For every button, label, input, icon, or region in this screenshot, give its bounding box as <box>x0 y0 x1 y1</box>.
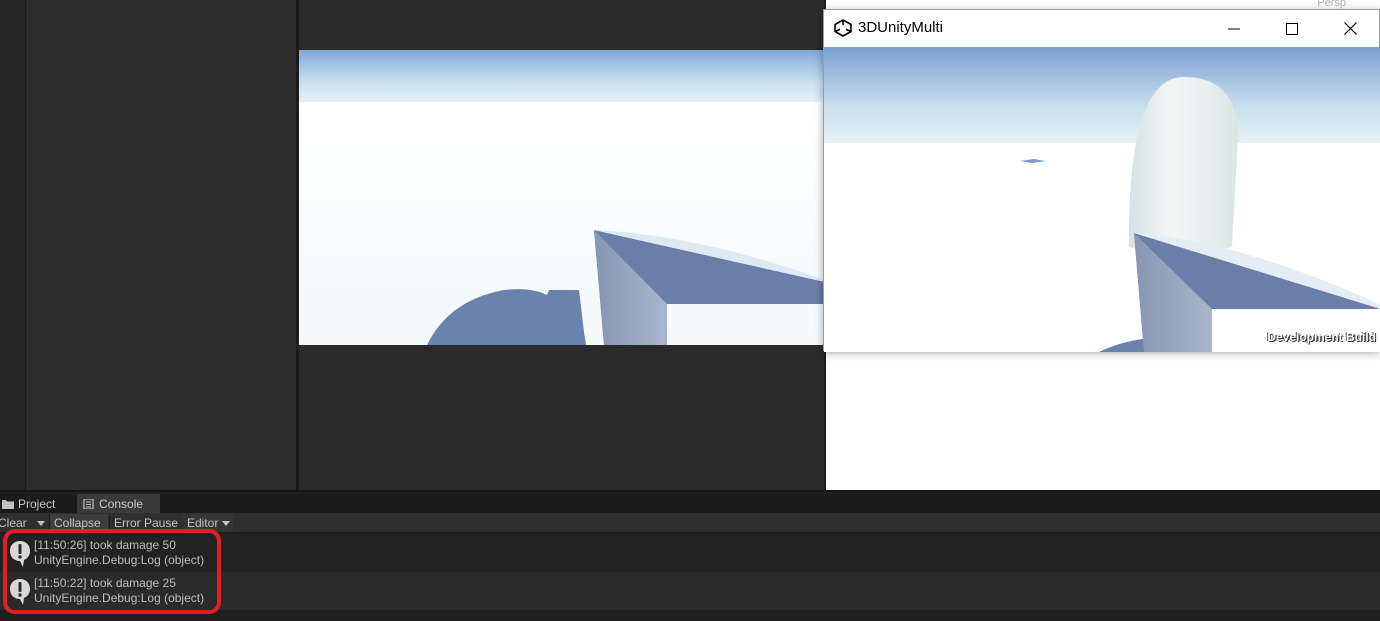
unity-logo-icon <box>834 19 852 37</box>
window-title: 3DUnityMulti <box>858 19 944 36</box>
window-titlebar[interactable]: 3DUnityMulti <box>824 10 1379 47</box>
console-icon <box>83 498 94 509</box>
annotation-highlight <box>3 529 221 614</box>
left-toolbar-strip <box>0 0 26 490</box>
minimize-button[interactable] <box>1205 10 1263 47</box>
scene-camera-label: Persp <box>1317 0 1346 9</box>
hierarchy-panel <box>26 0 298 490</box>
close-button[interactable] <box>1321 10 1379 47</box>
chevron-down-icon <box>37 520 45 526</box>
development-build-watermark: Development Build <box>1267 330 1376 344</box>
folder-icon <box>2 499 14 509</box>
maximize-icon <box>1286 22 1298 35</box>
build-game-render[interactable] <box>824 47 1380 352</box>
tab-console-label: Console <box>99 496 144 511</box>
chevron-down-icon <box>222 520 231 526</box>
game-view-render[interactable] <box>299 50 825 345</box>
tab-console[interactable]: Console <box>77 494 160 513</box>
tab-project[interactable]: Project <box>0 494 76 513</box>
build-player-window[interactable]: 3DUnityMulti Development Build <box>823 9 1380 352</box>
maximize-button[interactable] <box>1263 10 1321 47</box>
minimize-icon <box>1228 28 1240 29</box>
bottom-tab-bar: Project Console <box>0 494 1380 513</box>
tab-project-label: Project <box>18 496 56 511</box>
editor-dropdown-label: Editor <box>187 516 219 530</box>
close-icon <box>1343 22 1357 35</box>
